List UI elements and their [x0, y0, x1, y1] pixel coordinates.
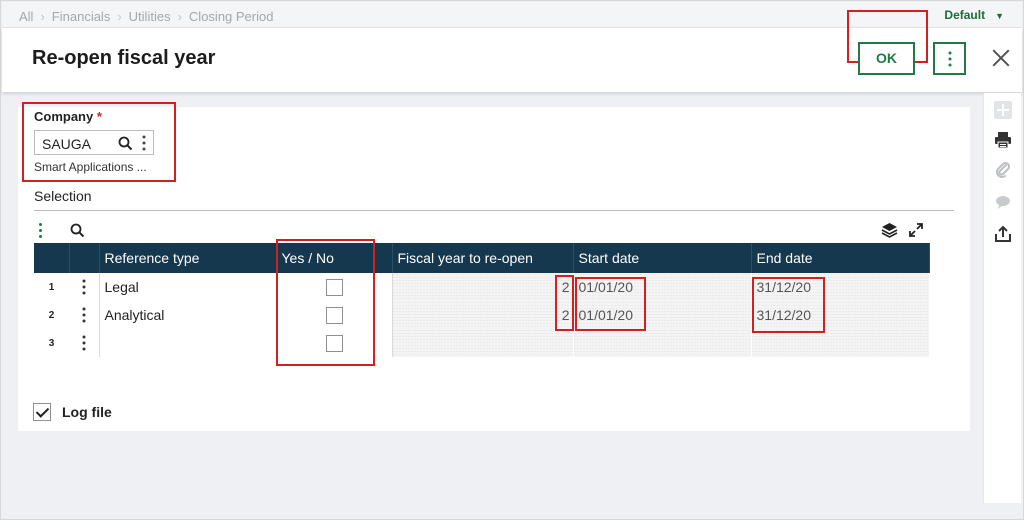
section-divider	[34, 210, 954, 211]
more-vertical-icon	[82, 279, 86, 295]
section-title: Selection	[34, 188, 92, 204]
row-number: 3	[48, 337, 55, 349]
company-value: SAUGA	[42, 136, 92, 152]
layers-icon[interactable]	[881, 222, 898, 238]
company-field[interactable]: SAUGA	[34, 130, 154, 155]
row-number: 1	[48, 281, 55, 293]
yes-no-highlight-box	[276, 239, 375, 366]
profile-selector[interactable]: Default ▼	[944, 8, 1004, 22]
table-header-row: Reference type Yes / No Fiscal year to r…	[34, 243, 930, 273]
right-toolbar	[983, 93, 1021, 503]
profile-label: Default	[944, 8, 986, 22]
column-header-start-date[interactable]: Start date	[573, 243, 752, 273]
print-icon[interactable]	[994, 131, 1012, 149]
row-menu[interactable]	[69, 329, 100, 357]
log-file-checkbox[interactable]	[33, 403, 51, 421]
chevron-right-icon: ›	[117, 9, 122, 24]
company-description: Smart Applications ...	[34, 160, 147, 174]
expand-icon[interactable]	[908, 222, 924, 238]
reference-type-cell: Legal	[99, 273, 277, 301]
attachment-icon[interactable]	[994, 161, 1012, 179]
reference-type-cell[interactable]	[99, 329, 277, 357]
column-header-reference-type[interactable]: Reference type	[99, 243, 277, 273]
breadcrumb-item-utilities[interactable]: Utilities	[129, 9, 171, 24]
app-window: All › Financials › Utilities › Closing Period …	[0, 0, 1024, 520]
reference-type-cell: Analytical	[99, 301, 277, 329]
column-header-row-number	[34, 243, 70, 273]
breadcrumb: All › Financials › Utilities › Closing Period	[19, 9, 273, 24]
fiscal-year-cell: 2	[392, 301, 574, 329]
breadcrumb-item-all[interactable]: All	[19, 9, 33, 24]
fiscal-year-highlight-box	[555, 275, 574, 331]
fiscal-year-cell	[392, 329, 574, 357]
end-date-cell	[751, 329, 930, 357]
more-vertical-icon	[948, 51, 951, 66]
end-date-highlight-box	[752, 277, 825, 333]
row-number: 2	[48, 309, 55, 321]
add-icon[interactable]	[994, 101, 1012, 119]
chevron-right-icon: ›	[177, 9, 182, 24]
caret-down-icon: ▼	[995, 11, 1004, 21]
more-actions-button[interactable]	[933, 42, 966, 75]
breadcrumb-item-financials[interactable]: Financials	[52, 9, 111, 24]
chevron-right-icon: ›	[40, 9, 45, 24]
grid-options-button[interactable]	[39, 223, 42, 241]
company-label: Company *	[34, 109, 102, 124]
row-menu[interactable]	[69, 301, 100, 329]
share-icon[interactable]	[994, 225, 1012, 243]
search-icon[interactable]	[70, 223, 85, 238]
page-title: Re-open fiscal year	[32, 47, 216, 69]
required-marker: *	[96, 109, 102, 124]
column-header-fiscal-year[interactable]: Fiscal year to re-open	[392, 243, 574, 273]
more-vertical-icon	[39, 223, 42, 238]
column-header-row-menu	[69, 243, 100, 273]
start-date-cell	[573, 329, 752, 357]
table-row: 3	[34, 329, 930, 357]
close-icon[interactable]	[989, 46, 1013, 70]
comment-icon[interactable]	[994, 193, 1012, 211]
breadcrumb-item-closing-period[interactable]: Closing Period	[189, 9, 274, 24]
search-icon[interactable]	[118, 136, 133, 151]
more-vertical-icon[interactable]	[142, 135, 146, 150]
row-menu[interactable]	[69, 273, 100, 301]
fiscal-year-cell: 2	[392, 273, 574, 301]
log-file-label: Log file	[62, 404, 112, 420]
column-header-end-date[interactable]: End date	[751, 243, 930, 273]
ok-button[interactable]: OK	[858, 42, 915, 75]
start-date-highlight-box	[575, 277, 646, 331]
more-vertical-icon	[82, 307, 86, 323]
more-vertical-icon	[82, 335, 86, 351]
